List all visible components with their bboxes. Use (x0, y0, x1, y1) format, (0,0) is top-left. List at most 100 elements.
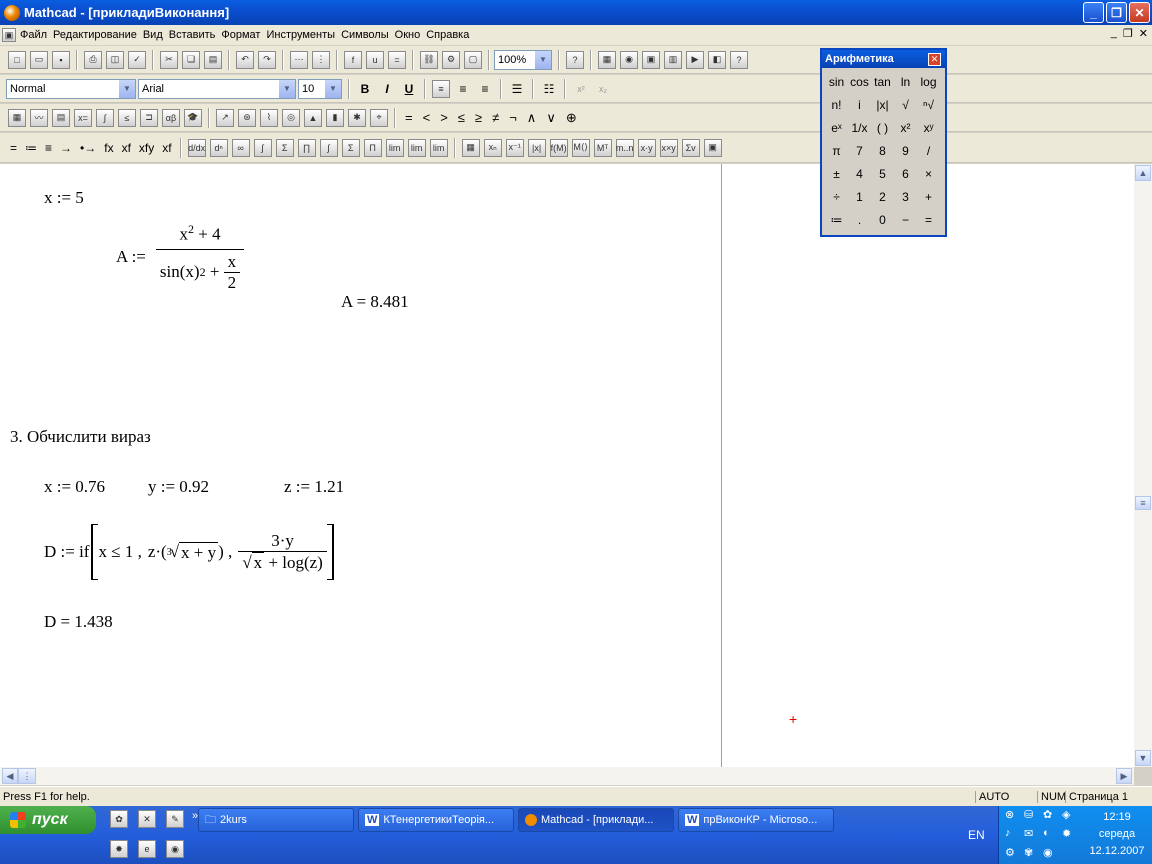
product-icon[interactable]: ∏ (297, 138, 316, 157)
limit-left-icon[interactable]: lim (429, 138, 448, 157)
language-indicator[interactable]: EN (968, 828, 985, 842)
palette-cell[interactable]: |x| (871, 93, 894, 116)
tray-icon[interactable]: ♪ (1005, 827, 1023, 845)
vertical-scrollbar[interactable]: ▲ ≡ ▼ (1134, 164, 1152, 767)
ql-app3-icon[interactable]: ✎ (166, 810, 184, 828)
task-word-1[interactable]: W КТенергетикиТеорія... (358, 808, 514, 832)
tray-icon[interactable]: ✿ (1043, 808, 1061, 826)
contour-plot-icon[interactable]: ◎ (282, 108, 300, 127)
copy-icon[interactable]: ❏ (182, 50, 200, 69)
doc-minimize-icon[interactable]: _ (1111, 27, 1117, 40)
palette-cell[interactable]: × (917, 162, 940, 185)
scroll-up-icon[interactable]: ▲ (1135, 165, 1151, 181)
tray-icon[interactable]: ⚙ (1005, 846, 1023, 864)
palette-cell[interactable]: eˣ (825, 116, 848, 139)
palette-cell[interactable]: 1/x (848, 116, 871, 139)
scroll-left-icon[interactable]: ◀ (2, 768, 18, 784)
minimize-button[interactable]: _ (1083, 2, 1104, 23)
bool-le-button[interactable]: ≤ (453, 110, 470, 125)
tray-icon[interactable]: ✾ (1024, 846, 1042, 864)
eval-prefix-button[interactable]: fx (100, 141, 117, 155)
menu-insert[interactable]: Вставить (169, 29, 222, 41)
scroll-down-icon[interactable]: ▼ (1135, 750, 1151, 766)
transpose-icon[interactable]: Mᵀ (593, 138, 612, 157)
eval-treefix-button[interactable]: xf (158, 141, 175, 155)
zoom-plot-icon[interactable]: ⌖ (370, 108, 388, 127)
worksheet[interactable]: x := 5 A := x2 + 4 sin(x) 2 + x 2 A = 8.4… (0, 164, 1134, 767)
eval-postfix-button[interactable]: xf (118, 141, 135, 155)
align-center-icon[interactable]: ≡ (453, 79, 473, 99)
range-variable-icon[interactable]: m..n (615, 138, 634, 157)
bool-not-button[interactable]: ¬ (504, 110, 522, 125)
bool-ne-button[interactable]: ≠ (487, 110, 504, 125)
derivative-icon[interactable]: d/dx (187, 138, 206, 157)
align-right-icon[interactable]: ≡ (475, 79, 495, 99)
tool5-icon[interactable]: ▶ (686, 50, 704, 69)
column-icon[interactable]: M⟨⟩ (571, 138, 590, 157)
definite-integral-icon[interactable]: ∫ (253, 138, 272, 157)
ql-app1-icon[interactable]: ✿ (110, 810, 128, 828)
symbolic-palette-icon[interactable]: 🎓 (184, 108, 202, 127)
matrix-palette-icon[interactable]: ▤ (52, 108, 70, 127)
A-result[interactable]: A = 8.481 (341, 292, 409, 312)
eval-equal-button[interactable]: = (6, 141, 21, 155)
evaluation-palette-icon[interactable]: x= (74, 108, 92, 127)
horizontal-scrollbar[interactable]: ◀ ⋮ ▶ (0, 767, 1134, 785)
italic-button[interactable]: I (377, 79, 397, 99)
palette-cell[interactable]: 1 (848, 185, 871, 208)
surface-plot-icon[interactable]: ⌇ (260, 108, 278, 127)
palette-cell[interactable]: − (894, 208, 917, 231)
bold-button[interactable]: B (355, 79, 375, 99)
ql-ie-icon[interactable]: e (138, 840, 156, 858)
close-button[interactable]: ✕ (1129, 2, 1150, 23)
calculator-palette-icon[interactable]: ▦ (8, 108, 26, 127)
picture-icon[interactable]: ▣ (703, 138, 722, 157)
font-select[interactable]: Arial ▼ (138, 78, 296, 99)
palette-cell[interactable]: 3 (894, 185, 917, 208)
print-preview-icon[interactable]: ◫ (106, 50, 124, 69)
palette-cell[interactable]: . (848, 208, 871, 231)
insert-hyperlink-icon[interactable]: ⛓ (420, 50, 438, 69)
limit-right-icon[interactable]: lim (407, 138, 426, 157)
save-icon[interactable]: ▪ (52, 50, 70, 69)
chevron-down-icon[interactable]: ▼ (119, 79, 135, 98)
ql-app2-icon[interactable]: ✕ (138, 810, 156, 828)
align-across-icon[interactable]: ⋯ (290, 50, 308, 69)
palette-title[interactable]: Арифметика (822, 50, 945, 68)
scroll-thumb[interactable]: ≡ (1135, 496, 1151, 510)
palette-cell[interactable]: ≔ (825, 208, 848, 231)
z-value[interactable]: z := 1.21 (284, 477, 344, 497)
clock[interactable]: 12:19 середа 12.12.2007 (1087, 809, 1147, 860)
doc-close-icon[interactable]: ✕ (1139, 27, 1148, 40)
bool-xor-button[interactable]: ⊕ (561, 110, 582, 126)
ql-app5-icon[interactable]: ◉ (166, 840, 184, 858)
doc-restore-icon[interactable]: ❐ (1123, 27, 1133, 40)
palette-cell[interactable]: √ (894, 93, 917, 116)
menu-tools[interactable]: Инструменты (266, 29, 341, 41)
D-result[interactable]: D = 1.438 (44, 612, 113, 632)
menu-file[interactable]: Файл (20, 29, 53, 41)
inverse-icon[interactable]: x⁻¹ (505, 138, 524, 157)
ql-app4-icon[interactable]: ✸ (110, 840, 128, 858)
palette-cell[interactable]: + (917, 185, 940, 208)
palette-cell[interactable]: 6 (894, 162, 917, 185)
palette-cell[interactable]: tan (871, 70, 894, 93)
tray-icon[interactable]: ✉ (1024, 827, 1042, 845)
tool3-icon[interactable]: ▣ (642, 50, 660, 69)
vectorize-icon[interactable]: f(M) (549, 138, 568, 157)
subscript-index-icon[interactable]: xₙ (483, 138, 502, 157)
spellcheck-icon[interactable]: ✓ (128, 50, 146, 69)
menu-help[interactable]: Справка (426, 29, 475, 41)
x-definition[interactable]: x := 5 (44, 188, 84, 208)
palette-cell[interactable]: ⁿ√ (917, 93, 940, 116)
document-icon[interactable]: ▣ (2, 28, 16, 42)
palette-cell[interactable]: 9 (894, 139, 917, 162)
xy-plot-icon[interactable]: ↗ (216, 108, 234, 127)
palette-close-icon[interactable]: ✕ (928, 53, 941, 66)
calculus-palette-icon[interactable]: ∫ (96, 108, 114, 127)
tool1-icon[interactable]: ▦ (598, 50, 616, 69)
bool-or-button[interactable]: ∨ (541, 110, 561, 126)
summation-icon[interactable]: Σ (275, 138, 294, 157)
greek-palette-icon[interactable]: αβ (162, 108, 180, 127)
tray-icon[interactable]: ⛁ (1024, 808, 1042, 826)
